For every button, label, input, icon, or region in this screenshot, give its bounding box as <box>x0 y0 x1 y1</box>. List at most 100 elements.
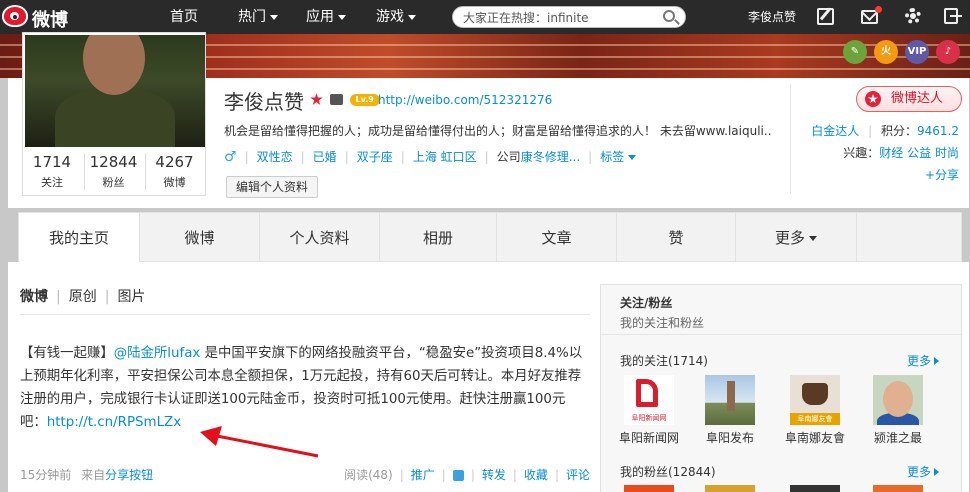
nav-hot-label: 热门 <box>238 9 266 25</box>
search-input[interactable] <box>463 9 653 26</box>
mic-badge-icon[interactable]: ♪ <box>936 40 960 64</box>
interest-fashion[interactable]: 时尚 <box>935 146 959 160</box>
post-mention[interactable]: @陆金所lufax <box>114 346 201 361</box>
favorite-button[interactable]: 收藏 <box>524 468 548 482</box>
interest-charity[interactable]: 公益 <box>907 146 931 160</box>
tab-more[interactable]: 更多 <box>736 213 857 263</box>
share-link[interactable]: +分享 <box>925 166 959 183</box>
post-actions: 阅读(48) | 推广 | | 转发 | 收藏 | 评论 <box>344 466 590 483</box>
subtab-images[interactable]: 图片 <box>117 289 145 305</box>
level-badge[interactable]: Lv.9 <box>349 93 380 106</box>
nav-hot[interactable]: 热门 <box>238 0 278 34</box>
divider <box>20 314 590 315</box>
promote-button[interactable]: 推广 <box>411 468 435 482</box>
post-time[interactable]: 15分钟前 <box>20 468 71 482</box>
vip-badge-icon[interactable]: VIP <box>905 40 929 64</box>
nav-apps[interactable]: 应用 <box>306 0 346 34</box>
follow-fans-panel: 关注/粉丝 我的关注和粉丝 我的关注(1714) 更多 阜阳新闻网 阜阳新闻网 … <box>600 284 962 492</box>
company-link[interactable]: 康冬修理... <box>521 150 580 164</box>
chevron-down-icon <box>408 14 416 20</box>
divider: | <box>244 150 249 164</box>
following-item[interactable]: 颍淮之最 <box>858 375 938 446</box>
talent-star-icon <box>865 91 881 107</box>
tab-album[interactable]: 相册 <box>380 213 497 263</box>
search-box <box>452 6 686 28</box>
divider: | <box>588 150 593 164</box>
rank-link[interactable]: 白金达人 <box>811 124 859 138</box>
tab-articles[interactable]: 文章 <box>497 213 617 263</box>
profile-url[interactable]: http://weibo.com/512321276 <box>378 93 552 107</box>
logo-text: 微博 <box>32 10 68 31</box>
fire-badge-icon[interactable]: 火 <box>874 40 898 64</box>
more-label: 更多 <box>906 354 931 368</box>
stat-following[interactable]: 1714 关注 <box>23 153 81 190</box>
following-item[interactable]: 阜南娜友會 阜南娜友會 <box>775 375 855 446</box>
following-more-link[interactable]: 更多 <box>907 352 939 369</box>
tab-profile-info[interactable]: 个人资料 <box>260 213 380 263</box>
avatar-caption: 阜南娜友會 <box>790 413 840 425</box>
score-line: 白金达人 | 积分：9461.2 <box>811 122 959 139</box>
username-link[interactable]: 李俊点赞 <box>748 0 796 34</box>
fans-more-link[interactable]: 更多 <box>907 463 939 480</box>
stat-fans-label: 粉丝 <box>102 176 125 189</box>
share-icon[interactable] <box>452 470 464 481</box>
divider: | <box>56 289 61 305</box>
divider <box>790 84 791 194</box>
post-link[interactable]: http://t.cn/RPSmLZx <box>47 415 181 430</box>
following-item[interactable]: 阜阳新闻网 阜阳新闻网 <box>609 375 689 446</box>
subtab-original[interactable]: 原创 <box>69 289 97 305</box>
notification-dot <box>875 6 882 13</box>
interest-finance[interactable]: 财经 <box>879 146 903 160</box>
talent-button[interactable]: 微博达人 <box>856 86 962 112</box>
message-icon[interactable] <box>861 6 882 24</box>
search-icon[interactable] <box>663 10 675 22</box>
logout-icon[interactable] <box>944 8 962 24</box>
nav-home[interactable]: 首页 <box>170 0 198 34</box>
top-nav: 微博 首页 热门 应用 游戏 李俊点赞 <box>0 0 970 34</box>
tag-marital[interactable]: 已婚 <box>313 150 337 164</box>
fan-avatar[interactable] <box>790 485 840 492</box>
compose-icon[interactable] <box>817 8 834 25</box>
following-avatar <box>705 375 755 425</box>
following-avatar <box>873 375 923 425</box>
repost-button[interactable]: 转发 <box>482 468 506 482</box>
tag-zodiac[interactable]: 双子座 <box>357 150 393 164</box>
edit-profile-button[interactable]: 编辑个人资料 <box>226 176 319 198</box>
score-value[interactable]: 9461.2 <box>917 124 959 138</box>
subtab-weibo[interactable]: 微博 <box>20 289 48 305</box>
pen-badge-icon[interactable]: ✎ <box>843 40 867 64</box>
avatar-face <box>883 381 913 417</box>
comment-button[interactable]: 评论 <box>566 468 590 482</box>
gear-icon[interactable] <box>905 8 921 24</box>
weibo-logo[interactable]: 微博 <box>0 0 90 34</box>
post-source[interactable]: 分享按钮 <box>105 468 153 482</box>
tab-likes[interactable]: 赞 <box>617 213 736 263</box>
stat-fans[interactable]: 12844 粉丝 <box>84 153 142 190</box>
tag-menu[interactable]: 标签 <box>600 150 637 164</box>
fan-avatar[interactable] <box>873 485 923 492</box>
profile-badges: Lv.9 <box>310 92 383 108</box>
following-heading: 我的关注(1714) <box>620 354 708 368</box>
tag-location[interactable]: 上海 虹口区 <box>413 150 477 164</box>
panel-header: 关注/粉丝 我的关注和粉丝 <box>601 285 961 335</box>
avatar[interactable] <box>25 35 205 147</box>
profile-tags: ♂ | 双性恋 | 已婚 | 双子座 | 上海 虹口区 | 公司康冬修理... | 标签 <box>224 148 637 166</box>
nav-games[interactable]: 游戏 <box>376 0 416 34</box>
fans-heading: 我的粉丝(12844) <box>620 465 716 479</box>
stat-weibo[interactable]: 4267 微博 <box>145 153 203 190</box>
more-label: 更多 <box>906 465 931 479</box>
divider: | <box>400 150 405 164</box>
score-label: 积分： <box>880 124 917 138</box>
fan-avatar[interactable] <box>705 485 755 492</box>
following-item[interactable]: 阜阳发布 <box>690 375 770 446</box>
fan-avatar[interactable] <box>624 485 674 492</box>
chevron-down-icon <box>338 14 346 20</box>
member-badge-icon[interactable] <box>329 94 343 105</box>
tag-orientation[interactable]: 双性恋 <box>257 150 293 164</box>
tab-weibo[interactable]: 微博 <box>140 213 260 263</box>
tab-home[interactable]: 我的主页 <box>19 213 140 264</box>
star-badge-icon[interactable] <box>310 93 323 105</box>
following-avatar: 阜阳新闻网 <box>624 375 674 425</box>
divider: | <box>484 150 489 164</box>
following-name: 阜南娜友會 <box>784 431 845 445</box>
